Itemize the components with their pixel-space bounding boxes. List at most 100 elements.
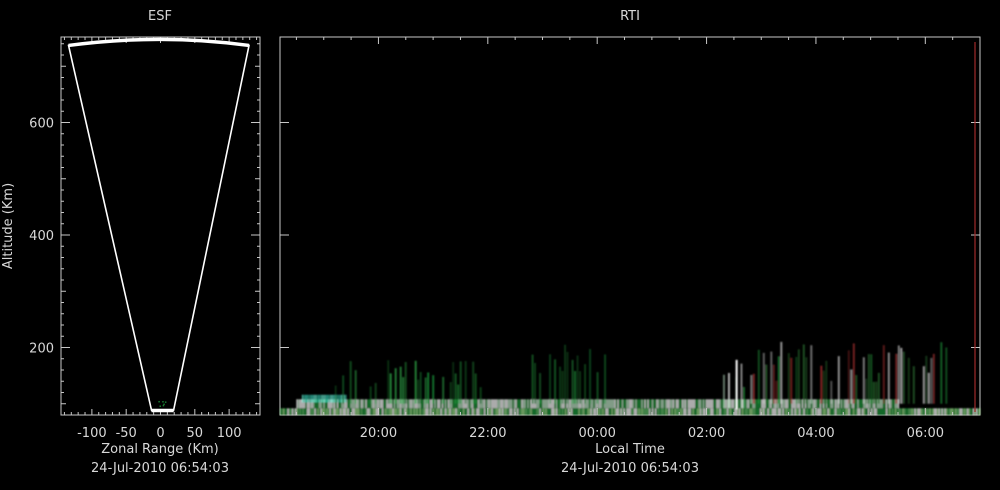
rti-echo-column — [796, 408, 798, 415]
rti-echo-column — [497, 408, 499, 415]
rti-echo-column — [351, 399, 354, 409]
rti-echo-column — [327, 394, 329, 403]
rti-echo-column — [897, 345, 900, 404]
rti-echo-column — [587, 399, 589, 409]
rti-echo-column — [688, 408, 690, 415]
rti-echo-column — [692, 399, 694, 409]
rti-echo-column — [299, 408, 301, 415]
rti-echo-column — [512, 399, 514, 409]
rti-echo-column — [905, 408, 907, 415]
rti-echo-column — [743, 408, 745, 415]
rti-echo-column — [500, 408, 502, 415]
rti-echo-column — [562, 408, 564, 415]
rti-echo-column — [820, 365, 823, 404]
rti-echo-column — [674, 399, 676, 409]
rti-echo-column — [379, 408, 381, 415]
rti-echo-column — [973, 408, 975, 415]
rti-echo-column — [503, 399, 505, 409]
rti-echo-column — [585, 399, 588, 409]
rti-echo-column — [714, 399, 717, 409]
rti-echo-column — [353, 408, 355, 415]
rti-echo-column — [459, 361, 462, 404]
rti-echo-column — [710, 408, 712, 415]
rti-echo-column — [850, 408, 852, 415]
rti-echo-column — [298, 408, 300, 415]
rti-echo-column — [694, 408, 696, 415]
rti-echo-column — [499, 408, 501, 415]
rti-echo-column — [552, 399, 555, 409]
rti-echo-column — [833, 399, 835, 409]
rti-echo-column — [589, 408, 591, 415]
rti-x-tick-label: 22:00 — [469, 426, 506, 441]
rti-echo-column — [750, 374, 753, 404]
rti-echo-column — [366, 399, 369, 409]
rti-echo-column — [486, 399, 489, 409]
rti-echo-column — [640, 408, 642, 415]
rti-echo-column — [318, 394, 320, 403]
rti-echo-column — [602, 399, 604, 409]
rti-echo-column — [524, 408, 526, 415]
rti-echo-column — [592, 408, 594, 415]
rti-echo-column — [550, 408, 552, 415]
rti-echo-column — [934, 408, 936, 415]
rti-echo-column — [814, 408, 816, 415]
rti-echo-column — [673, 408, 675, 415]
rti-echo-column — [488, 408, 490, 415]
rti-echo-column — [580, 408, 582, 415]
rti-echo-column — [713, 408, 715, 415]
rti-echo-column — [506, 408, 508, 415]
rti-echo-column — [783, 399, 786, 409]
rti-echo-column — [928, 408, 930, 415]
rti-echo-column — [902, 351, 905, 404]
rti-echo-column — [545, 399, 547, 409]
rti-echo-column — [644, 399, 646, 409]
rti-echo-column — [482, 399, 484, 409]
rti-echo-column — [620, 399, 622, 409]
rti-echo-column — [852, 343, 855, 404]
rti-echo-column — [680, 399, 682, 409]
rti-echo-column — [469, 408, 471, 415]
esf-x-ticks: -100 -50 0 50 100 — [63, 37, 258, 441]
rti-echo-column — [816, 399, 819, 409]
rti-echo-column — [593, 408, 595, 415]
rti-echo-column — [885, 399, 888, 409]
rti-echo-column — [489, 399, 492, 409]
rti-echo-column — [571, 359, 574, 404]
rti-echo-column — [511, 408, 513, 415]
rti-echo-column — [919, 408, 921, 415]
rti-echo-column — [504, 399, 507, 409]
rti-echo-column — [314, 408, 316, 415]
rti-echo-column — [682, 408, 684, 415]
rti-echo-column — [376, 408, 378, 415]
esf-echo-speck — [159, 405, 161, 407]
rti-echo-column — [806, 408, 808, 415]
rti-echo-column — [586, 408, 588, 415]
rti-echo-column — [333, 394, 335, 403]
rti-echo-column — [497, 399, 499, 409]
rti-echo-column — [620, 408, 622, 415]
rti-echo-column — [857, 408, 859, 415]
rti-echo-column — [494, 408, 496, 415]
rti-echo-column — [795, 356, 798, 404]
rti-echo-column — [312, 394, 314, 403]
rti-echo-column — [604, 408, 606, 415]
rti-echo-column — [538, 408, 540, 415]
rti-echo-column — [713, 399, 715, 409]
rti-echo-column — [863, 408, 865, 415]
rti-echo-column — [284, 408, 286, 415]
rti-echo-column — [617, 408, 619, 415]
rti-echo-column — [914, 408, 916, 415]
rti-echo-column — [945, 347, 948, 404]
rti-echo-column — [400, 408, 402, 415]
rti-echo-column — [900, 347, 903, 404]
rti-echo-column — [624, 399, 627, 409]
rti-echo-column — [331, 394, 334, 403]
rti-echo-column — [810, 345, 813, 404]
rti-echo-column — [540, 399, 543, 409]
rti-echo-column — [353, 399, 355, 409]
rti-echo-column — [856, 408, 858, 415]
rti-echo-column — [646, 408, 648, 415]
rti-echo-column — [513, 399, 516, 409]
rti-echo-column — [464, 361, 467, 404]
rti-echo-column — [325, 408, 327, 415]
